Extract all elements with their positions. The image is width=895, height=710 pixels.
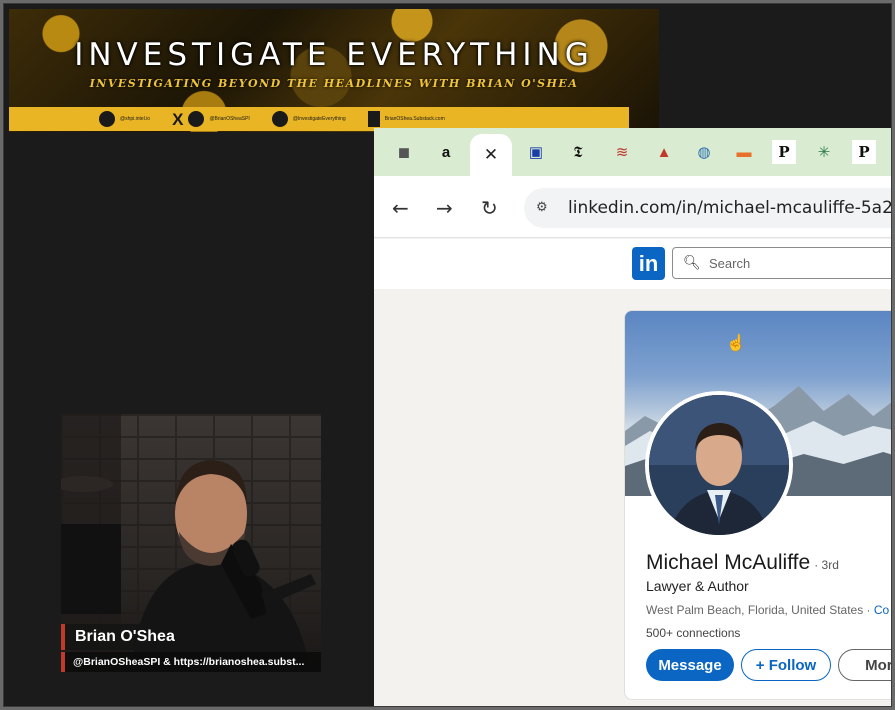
rumble-icon: [188, 111, 205, 127]
tab-p-2[interactable]: P: [852, 140, 876, 164]
message-button[interactable]: Message: [646, 649, 734, 681]
tag-icon: ▬: [736, 143, 752, 161]
tab-monitor[interactable]: ▣: [524, 140, 548, 164]
stripes-icon: ≋: [615, 144, 629, 161]
close-icon[interactable]: ✕: [484, 145, 498, 165]
profile-location: West Palm Beach, Florida, United States …: [646, 603, 890, 617]
follow-button[interactable]: + Follow: [741, 649, 831, 681]
search-input[interactable]: 🔍︎ Search: [672, 247, 891, 279]
stream-frame: INVESTIGATE EVERYTHING INVESTIGATING BEY…: [3, 3, 892, 707]
presenter-name: Brian O'Shea: [75, 628, 175, 645]
banner-link-substack: BrianOShea.Substack.com: [367, 111, 445, 127]
tab-active[interactable]: ✕: [470, 134, 512, 176]
monitor-icon: ▣: [528, 144, 544, 161]
tab-p[interactable]: P: [772, 140, 796, 164]
toolbar: ← → ↻ ⚙ linkedin.com/in/michael-mcauliff…: [374, 176, 891, 238]
forward-arrow-icon[interactable]: →: [436, 196, 453, 220]
globe-icon: [99, 111, 115, 127]
tab-nyt[interactable]: 𝕿: [566, 140, 590, 164]
tab-strip: ◼ a ✕ ▣ 𝕿 ≋ ▲ ◍ ▬ P ✳ P: [374, 128, 891, 176]
more-button[interactable]: More: [838, 649, 891, 681]
tab-stripes[interactable]: ≋: [610, 140, 634, 164]
presenter-nameplate: Brian O'Shea: [61, 624, 186, 650]
profile-name: Michael McAuliffe · 3rd: [646, 551, 839, 574]
profile-card: Michael McAuliffe · 3rd Lawyer & Author W…: [624, 310, 891, 700]
webcam-overlay: Brian O'Shea @BrianOSheaSPI & https://br…: [61, 414, 321, 672]
tab-cube[interactable]: ◼: [392, 140, 416, 164]
tab-emblem[interactable]: ✳: [812, 140, 836, 164]
substack-icon: [367, 111, 380, 127]
search-placeholder: Search: [709, 256, 751, 271]
back-arrow-icon[interactable]: ←: [392, 196, 409, 220]
emblem-icon: ✳: [817, 144, 831, 161]
tab-tag[interactable]: ▬: [732, 140, 756, 164]
banner-title: INVESTIGATE EVERYTHING: [74, 37, 594, 73]
tab-amazon[interactable]: a: [434, 140, 458, 164]
x-icon: X: [172, 109, 184, 129]
tab-pdf[interactable]: ▲: [652, 140, 676, 164]
banner-subtitle: INVESTIGATING BEYOND THE HEADLINES WITH …: [89, 77, 579, 90]
p-icon: P: [858, 143, 870, 161]
amazon-icon: a: [441, 143, 451, 161]
search-icon: 🔍︎: [683, 254, 701, 270]
tab-globe[interactable]: ◍: [692, 140, 716, 164]
linkedin-logo[interactable]: in: [632, 247, 665, 280]
presenter-handle: @BrianOSheaSPI & https://brianoshea.subs…: [73, 656, 305, 668]
url-text[interactable]: linkedin.com/in/michael-mcauliffe-5a2181…: [568, 198, 891, 218]
site-settings-icon[interactable]: ⚙: [536, 199, 554, 217]
mouse-cursor-icon: ☝: [726, 335, 746, 352]
browser-window: ◼ a ✕ ▣ 𝕿 ≋ ▲ ◍ ▬ P ✳ P ← → ↻ ⚙ linkedin…: [374, 128, 891, 706]
pdf-icon: ▲: [656, 143, 672, 161]
banner-link-instagram: @InvestigateEverything: [271, 111, 346, 127]
address-bar[interactable]: ⚙ linkedin.com/in/michael-mcauliffe-5a21…: [524, 188, 891, 228]
banner-link-x: X @BrianOSheaSPI: [172, 109, 250, 129]
contact-info-link[interactable]: Co: [874, 603, 889, 617]
globe-icon: ◍: [697, 144, 711, 161]
profile-avatar[interactable]: [645, 391, 793, 539]
profile-photo: [649, 395, 789, 535]
cube-icon: ◼: [397, 144, 411, 161]
instagram-icon: [271, 111, 288, 127]
presenter-handle-bar: @BrianOSheaSPI & https://brianoshea.subs…: [61, 652, 321, 672]
p-icon: P: [778, 143, 790, 161]
connection-degree: · 3rd: [814, 558, 839, 572]
show-banner: INVESTIGATE EVERYTHING INVESTIGATING BEY…: [9, 9, 659, 132]
profile-connections: 500+ connections: [646, 626, 741, 640]
profile-headline: Lawyer & Author: [646, 578, 749, 594]
linkedin-header: in 🔍︎ Search: [374, 239, 891, 289]
banner-link-website: @shpi.intel.io: [99, 111, 150, 127]
nyt-icon: 𝕿: [573, 143, 583, 161]
reload-icon[interactable]: ↻: [481, 196, 498, 220]
